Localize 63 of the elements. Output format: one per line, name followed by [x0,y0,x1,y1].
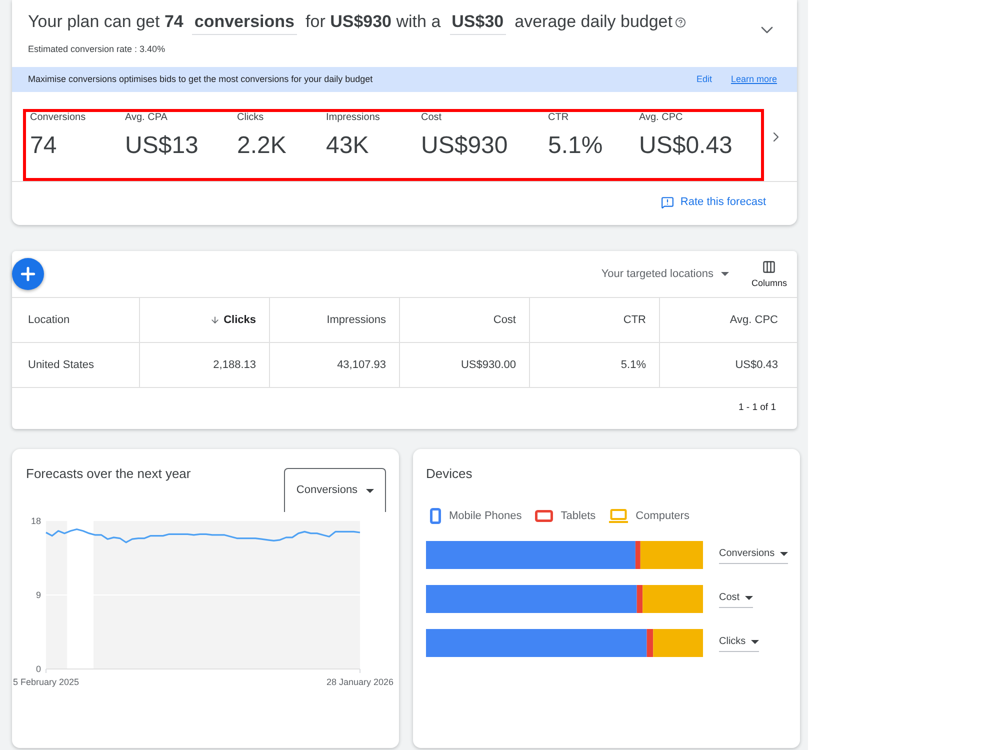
axis-tick-label: 18 [30,516,41,526]
metric-value: 43K [326,132,369,160]
caret-icon [721,272,730,276]
table-cell-text: 2,188.13 [213,358,256,373]
axis-tick-label: 28 January 2026 [326,677,394,687]
metric-value: US$0.43 [639,132,732,160]
headline-text: Your plan can get 74 [28,11,184,34]
banner-text: Maximise conversions optimises bids to get the most conversions for your daily budget [28,72,373,86]
column-header[interactable]: Location [12,298,139,342]
card-title: Devices [426,466,472,482]
column-header[interactable]: Cost [399,298,529,342]
card-title: Forecasts over the next year [26,466,191,482]
caret-icon [744,596,753,600]
caret-icon [750,640,759,644]
headline-text: for US$930 with a [306,11,441,34]
metric-label: Impressions [326,112,380,123]
metric-value: 2.2K [237,132,286,160]
metric-value: 5.1% [548,132,603,160]
column-header[interactable]: Impressions [269,298,399,342]
metric-value: US$930 [421,132,508,160]
headline-text: average daily budget [514,11,672,34]
table-cell-text: 43,107.93 [337,358,386,373]
axis-tick-label: 9 [36,590,41,600]
legend-label: Tablets [560,508,596,524]
caret-icon [366,488,374,492]
metric-label: Avg. CPA [125,112,168,123]
location-filter-dropdown[interactable]: Your targeted locations [601,266,730,282]
metric-value: US$13 [125,132,198,160]
banner-link[interactable]: Learn more [730,72,777,86]
help-icon[interactable] [675,16,686,28]
pagination-text: 1 - 1 of 1 [738,401,776,416]
budget-field[interactable]: US$30 [450,10,506,34]
rate-forecast-button[interactable]: Rate this forecast [661,195,766,209]
table-cell-text: 5.1% [620,358,646,373]
metric-value: 74 [30,132,57,160]
conversion-rate-text: Estimated conversion rate : 3.40% [28,44,166,55]
metric-dropdown[interactable]: Conversions [284,468,386,512]
column-header[interactable]: CTR [529,298,659,342]
column-header[interactable]: Avg. CPC [659,298,797,342]
metric-label: Clicks [237,112,264,123]
metric-label: CTR [548,112,569,123]
columns-icon [762,260,776,274]
plus-icon [18,264,38,284]
columns-button[interactable]: Columns [751,260,787,288]
metric-dropdown[interactable]: Clicks [719,634,759,652]
table-cell-text: United States [28,358,94,373]
metric-dropdown[interactable]: conversions [192,10,297,34]
add-button[interactable] [12,258,44,290]
metric-label: Conversions [30,112,86,123]
legend-label: Computers [636,508,690,524]
metric-label: Avg. CPC [639,112,683,123]
table-cell-text: US$930.00 [460,358,516,373]
legend-label: Mobile Phones [449,508,522,524]
column-header[interactable]: Clicks [139,298,269,342]
metric-dropdown[interactable]: Cost [719,590,753,608]
arrow-down-icon [210,315,220,325]
table-cell-text: US$0.43 [735,358,778,373]
axis-tick-label: 0 [36,664,41,674]
axis-tick-label: 5 February 2025 [12,677,80,687]
feedback-icon [661,196,674,208]
metric-dropdown[interactable]: Conversions [719,546,788,564]
metric-label: Cost [421,112,442,123]
caret-icon [780,552,788,556]
